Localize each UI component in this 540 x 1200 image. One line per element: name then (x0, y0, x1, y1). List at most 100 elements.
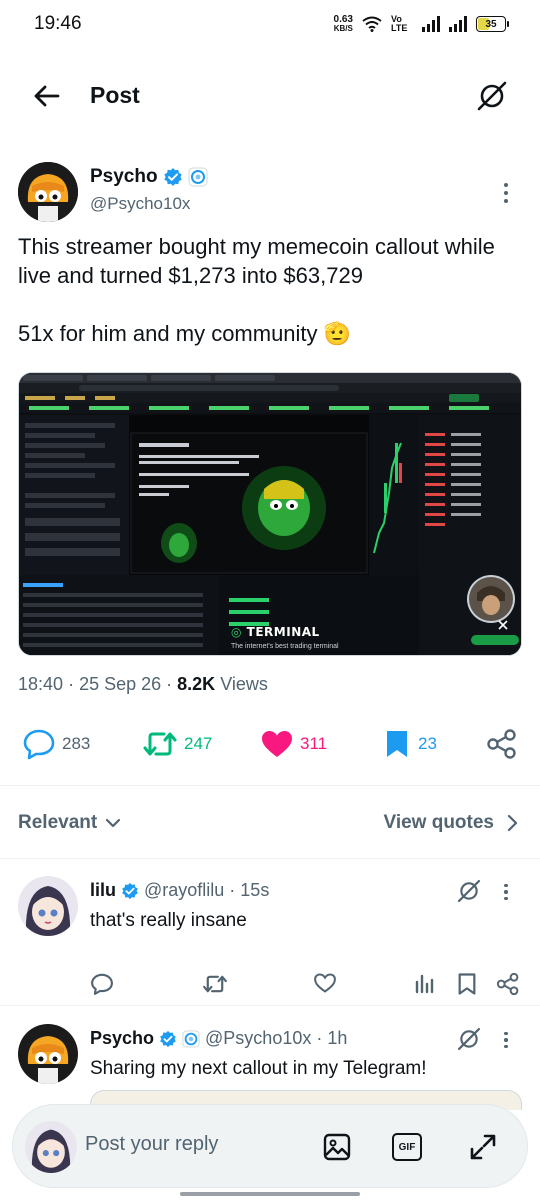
reply-share-button[interactable] (496, 972, 520, 1001)
reply-grok-button[interactable] (456, 878, 482, 909)
bookmark-icon (458, 973, 476, 995)
post-meta: 18:40 · 25 Sep 26 · 8.2K Views (18, 674, 268, 694)
reply-avatar[interactable] (18, 876, 78, 936)
system-navigation-handle[interactable] (180, 1192, 360, 1196)
analytics-icon (415, 974, 434, 994)
media-caption: ◎ TERMINAL (231, 625, 320, 639)
reply-button[interactable]: 283 (22, 722, 90, 766)
status-icons: 0.63 KB/S Vo LTE 35 (333, 12, 509, 36)
reply-header: lilu @rayoflilu · 15s (90, 880, 269, 901)
affiliate-badge-icon (188, 167, 208, 187)
reply-bookmark-button[interactable] (456, 972, 478, 1001)
back-button[interactable] (26, 78, 66, 114)
reply-header: Psycho @Psycho10x · 1h (90, 1028, 347, 1049)
terminal-logo-icon: ◎ (231, 625, 242, 639)
top-bar: Post (0, 68, 540, 124)
reply-avatar[interactable] (18, 1024, 78, 1084)
sort-relevant-button[interactable]: Relevant (18, 812, 121, 834)
reply-more-button[interactable] (496, 1028, 516, 1052)
more-icon (504, 1031, 508, 1036)
view-quotes-button[interactable]: View quotes (383, 812, 518, 834)
reply-author-name[interactable]: Psycho (90, 1028, 154, 1049)
reply-composer[interactable]: Post your reply GIF (12, 1104, 528, 1188)
reply-like-button[interactable] (313, 972, 337, 999)
grok-icon (457, 879, 481, 903)
reply-comment-button[interactable] (90, 972, 114, 1001)
reply-repost-button[interactable] (202, 972, 228, 1001)
author-avatar[interactable] (18, 162, 78, 222)
share-button[interactable] (486, 722, 518, 766)
reply-author-handle[interactable]: @rayoflilu (144, 880, 224, 901)
signal-icon (422, 16, 440, 32)
reply-views-button[interactable] (414, 972, 436, 999)
like-button[interactable]: 311 (260, 722, 327, 766)
more-icon (504, 883, 508, 888)
reply-grok-button[interactable] (456, 1026, 482, 1057)
battery-icon: 35 (476, 16, 509, 32)
network-speed: 0.63 KB/S (333, 14, 353, 34)
page-title: Post (90, 82, 140, 108)
media-screenshot (19, 373, 521, 655)
expand-icon (470, 1134, 496, 1160)
post-date[interactable]: 25 Sep 26 (79, 674, 161, 694)
media-subcaption: The internet's best trading terminal (231, 643, 339, 650)
grok-button[interactable] (472, 76, 512, 116)
post-actions: 283 247 311 23 (0, 722, 540, 766)
post-media[interactable]: ◎ TERMINAL The internet's best trading t… (18, 372, 522, 656)
views-label: Views (220, 674, 268, 694)
author-name[interactable]: Psycho (90, 166, 158, 188)
reply-author-name[interactable]: lilu (90, 880, 116, 901)
more-icon (504, 183, 508, 187)
grok-icon (477, 81, 507, 111)
composer-avatar (25, 1121, 77, 1173)
grok-icon (457, 1027, 481, 1051)
heart-icon (314, 973, 336, 993)
reply-text: that's really insane (90, 910, 247, 931)
post-time[interactable]: 18:40 (18, 674, 63, 694)
reply-input[interactable]: Post your reply (85, 1133, 218, 1156)
comment-icon (91, 973, 113, 995)
status-bar: 19:46 0.63 KB/S Vo LTE 35 (0, 0, 540, 48)
divider (0, 785, 540, 786)
chevron-right-icon (507, 814, 518, 832)
bookmark-button[interactable]: 23 (382, 722, 437, 766)
repost-icon (203, 975, 227, 993)
bookmark-count: 23 (418, 734, 437, 753)
repost-count: 247 (184, 734, 213, 753)
views-count[interactable]: 8.2K (177, 674, 215, 694)
add-gif-button[interactable]: GIF (389, 1129, 425, 1165)
affiliate-badge-icon (182, 1029, 200, 1048)
heart-icon (262, 731, 292, 757)
author-handle[interactable]: @Psycho10x (90, 194, 208, 214)
post-text: This streamer bought my memecoin callout… (18, 234, 495, 346)
add-image-button[interactable] (319, 1129, 355, 1165)
divider (0, 858, 540, 859)
reply-actions (0, 972, 540, 1000)
verified-badge-icon (163, 168, 182, 186)
reply-count: 283 (62, 734, 91, 753)
like-count: 311 (300, 734, 328, 753)
image-icon (323, 1133, 351, 1161)
share-icon (496, 972, 519, 996)
gif-icon: GIF (392, 1133, 422, 1161)
repost-button[interactable]: 247 (142, 722, 212, 766)
status-time: 19:46 (34, 13, 82, 34)
verified-badge-icon (122, 882, 138, 899)
comment-icon (23, 729, 55, 760)
reply-time: · 15s (229, 880, 270, 900)
share-icon (487, 729, 516, 759)
author-info: Psycho @Psycho10x (90, 166, 208, 214)
reply-author-handle[interactable]: @Psycho10x (205, 1028, 311, 1049)
more-options-button[interactable] (496, 178, 516, 208)
wifi-icon (362, 16, 382, 32)
reply-more-button[interactable] (496, 880, 516, 904)
reply-sort-row: Relevant View quotes (0, 804, 540, 844)
reply-time: · 1h (316, 1028, 348, 1048)
bookmark-icon (387, 731, 407, 757)
chevron-down-icon (106, 818, 121, 828)
reply-text: Sharing my next callout in my Telegram! (90, 1058, 427, 1079)
volte-indicator: Vo LTE (391, 14, 408, 33)
verified-badge-icon (160, 1030, 176, 1047)
repost-icon (143, 732, 177, 756)
expand-composer-button[interactable] (465, 1129, 501, 1165)
